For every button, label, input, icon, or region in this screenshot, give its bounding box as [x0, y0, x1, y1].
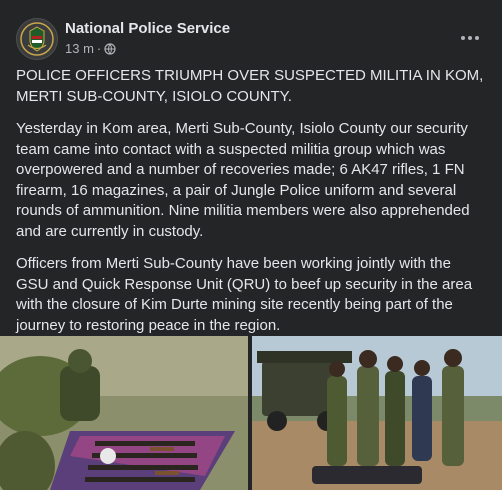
post-header: National Police Service 13 m ·: [16, 18, 486, 60]
page-name[interactable]: National Police Service: [65, 20, 230, 37]
facebook-post: National Police Service 13 m · POLICE OF…: [0, 0, 502, 490]
photo-grid: [0, 336, 502, 490]
post-time[interactable]: 13 m: [65, 41, 94, 56]
meta-separator: ·: [96, 41, 102, 56]
post-paragraph: Yesterday in Kom area, Merti Sub-County,…: [16, 120, 470, 240]
post-paragraph: Officers from Merti Sub-County have been…: [16, 255, 473, 334]
post-text: POLICE OFFICERS TRIUMPH OVER SUSPECTED M…: [16, 66, 486, 348]
photo-officers-with-suspects[interactable]: [252, 336, 502, 490]
officers-with-suspects-photo: [252, 336, 502, 490]
police-crest-icon: [17, 19, 57, 59]
post-headline: POLICE OFFICERS TRIUMPH OVER SUSPECTED M…: [16, 67, 484, 105]
more-options-button[interactable]: [454, 22, 486, 54]
recovered-weapons-photo: [0, 336, 248, 490]
more-dot: [461, 36, 465, 40]
post-meta: 13 m ·: [65, 41, 116, 56]
photo-recovered-weapons[interactable]: [0, 336, 248, 490]
more-dot: [468, 36, 472, 40]
more-dot: [475, 36, 479, 40]
globe-icon: [104, 42, 116, 55]
page-avatar[interactable]: [16, 18, 58, 60]
